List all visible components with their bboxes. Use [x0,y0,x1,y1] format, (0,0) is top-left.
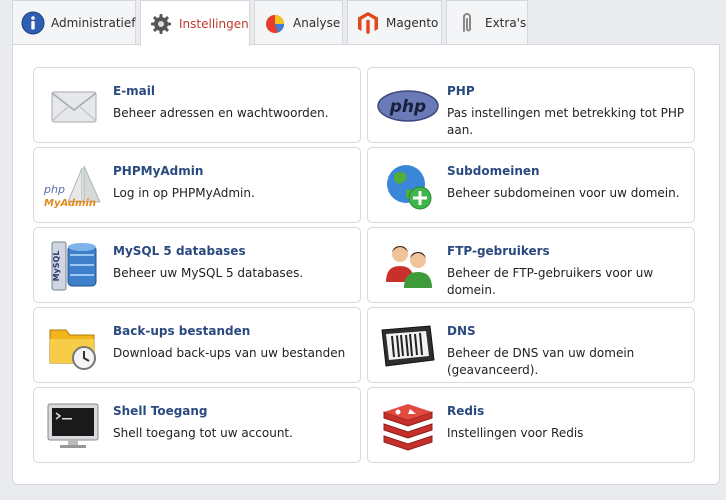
card-title: MySQL 5 databases [113,244,246,258]
php-logo-icon: php [376,80,440,132]
card-title: E-mail [113,84,156,98]
users-icon [376,240,440,292]
card-description: Shell toegang tot uw account. [113,426,293,440]
php-logo-text: php [389,97,426,117]
card-subdomeinen[interactable]: Subdomeinen Beheer subdomeinen voor uw d… [367,147,695,223]
card-backups[interactable]: Back-ups bestanden Download back-ups van… [33,307,361,383]
tab-extras[interactable]: Extra's [446,0,528,44]
tab-label: Analyse [293,15,341,30]
tab-magento[interactable]: Magento [347,0,442,44]
settings-panel: E-mail Beheer adressen en wachtwoorden. … [12,44,720,485]
magento-logo-icon [356,11,380,35]
envelope-icon [42,80,106,132]
redis-logo-icon [376,400,440,452]
info-icon [21,11,45,35]
globe-add-icon [376,160,440,212]
card-description: Log in op PHPMyAdmin. [113,186,255,200]
phpmyadmin-logo-top: php [43,183,65,196]
card-title: Redis [447,404,485,418]
card-description: Beheer uw MySQL 5 databases. [113,266,304,280]
card-shell[interactable]: Shell Toegang Shell toegang tot uw accou… [33,387,361,463]
card-mysql[interactable]: MySQL MySQL 5 databases Beheer uw MySQL … [33,227,361,303]
settings-gear-icon [149,12,173,36]
card-email[interactable]: E-mail Beheer adressen en wachtwoorden. [33,67,361,143]
folder-clock-icon [42,320,106,372]
card-title: Back-ups bestanden [113,324,251,338]
card-title: DNS [447,324,476,338]
card-php[interactable]: php PHP Pas instellingen met betrekking … [367,67,695,143]
card-phpmyadmin[interactable]: php MyAdmin PHPMyAdmin Log in op PHPMyAdm… [33,147,361,223]
card-description: Beheer subdomeinen voor uw domein. [447,186,680,200]
tab-label: Extra's [485,15,527,30]
card-description: Pas instellingen met betrekking tot PHP … [447,106,685,137]
card-title: FTP-gebruikers [447,244,550,258]
card-title: PHP [447,84,475,98]
phpmyadmin-logo-icon: php MyAdmin [42,160,106,212]
card-description: Instellingen voor Redis [447,426,584,440]
card-title: Subdomeinen [447,164,540,178]
card-title: Shell Toegang [113,404,208,418]
tab-bar: Administratief Instellingen Analyse Mage… [12,0,528,46]
card-description: Download back-ups van uw bestanden [113,346,346,360]
tab-label: Magento [386,15,439,30]
pie-chart-icon [263,11,287,35]
card-description: Beheer de DNS van uw domein (geavanceerd… [447,346,635,377]
dns-server-icon [376,320,440,372]
card-ftp-gebruikers[interactable]: FTP-gebruikers Beheer de FTP-gebruikers … [367,227,695,303]
tab-analyse[interactable]: Analyse [254,0,343,44]
paperclip-icon [455,11,479,35]
tab-instellingen[interactable]: Instellingen [140,0,250,46]
tab-label: Instellingen [179,16,249,31]
card-description: Beheer adressen en wachtwoorden. [113,106,329,120]
card-description: Beheer de FTP-gebruikers voor uw domein. [447,266,654,297]
tab-administratief[interactable]: Administratief [12,0,136,44]
mysql-database-icon: MySQL [42,240,106,292]
terminal-monitor-icon [42,400,106,452]
card-title: PHPMyAdmin [113,164,204,178]
card-dns[interactable]: DNS Beheer de DNS van uw domein (geavanc… [367,307,695,383]
mysql-logo-text: MySQL [52,251,61,282]
phpmyadmin-logo-bottom: MyAdmin [44,198,96,209]
tab-label: Administratief [51,15,136,30]
card-redis[interactable]: Redis Instellingen voor Redis [367,387,695,463]
